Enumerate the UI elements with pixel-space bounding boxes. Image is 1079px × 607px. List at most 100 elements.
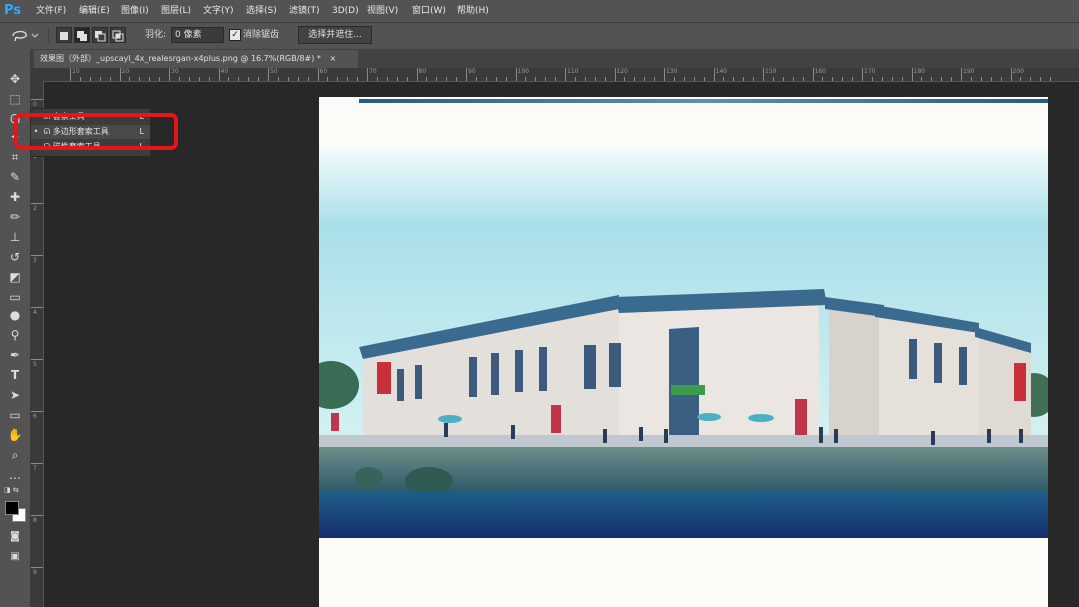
ruler-tick [466,68,467,81]
ruler-tick [218,68,220,81]
brush-tool-icon[interactable]: ✏ [5,208,25,226]
ruler-label: 30 [171,68,179,75]
menu-3d[interactable]: 3D(D) [332,0,359,22]
screen-mode-icon[interactable]: ▣ [5,548,25,566]
menu-edit[interactable]: 编辑(E) [79,0,110,22]
ruler-horizontal: 10 20 30 40 50 60 70 80 90 100 110 120 130 140 150 160 1… [30,68,1079,82]
antialias-checkbox[interactable]: ✓ [229,29,241,41]
ruler-minor-tick [792,77,794,81]
ruler-label: 160 [814,68,826,75]
swap-colors-icon[interactable]: ◨ ⇆ [4,486,26,496]
ruler-minor-tick [347,77,349,81]
ruler-minor-tick [337,77,339,81]
tool-preset-picker[interactable] [10,27,40,43]
ruler-tick [614,68,616,81]
page-top-band [359,99,1048,103]
menu-help[interactable]: 帮助(H) [457,0,489,22]
path-selection-tool-icon[interactable]: ➤ [5,386,25,404]
move-tool-icon[interactable]: ✥ [5,70,25,88]
ruler-tick [30,255,43,256]
hand-tool-icon[interactable]: ✋ [5,426,25,444]
ruler-minor-tick [555,77,557,81]
red-highlight-annotation [14,113,178,150]
rendered-building-image[interactable] [319,147,1048,538]
crop-tool-icon[interactable]: ⌗ [5,148,25,166]
ruler-minor-tick [376,77,378,81]
ruler-label: 140 [715,68,727,75]
ruler-minor-tick [475,77,477,81]
foreground-color-swatch[interactable] [5,501,19,515]
ruler-minor-tick [178,77,180,81]
ruler-minor-tick [753,77,755,81]
ruler-minor-tick [287,77,289,81]
ruler-minor-tick [89,77,91,81]
history-brush-tool-icon[interactable]: ↺ [5,248,25,266]
marquee-tool-icon[interactable]: ⬚ [5,90,25,108]
ruler-minor-tick [733,77,735,81]
new-selection-button[interactable] [56,27,72,43]
quick-mask-icon[interactable]: ◙ [5,528,25,546]
ruler-minor-tick [1050,77,1052,81]
menu-select[interactable]: 选择(S) [246,0,277,22]
new-selection-icon [60,32,68,40]
eyedropper-tool-icon[interactable]: ✎ [5,168,25,186]
healing-brush-tool-icon[interactable]: ✚ [5,188,25,206]
ruler-minor-tick [951,77,953,81]
ruler-minor-tick [832,77,834,81]
ruler-minor-tick [594,77,596,81]
ruler-label: 8 [33,517,37,524]
gradient-tool-icon[interactable]: ▭ [5,288,25,306]
ruler-minor-tick [634,77,636,81]
clone-stamp-tool-icon[interactable]: ⊥ [5,228,25,246]
ruler-minor-tick [238,77,240,81]
zoom-tool-icon[interactable]: ⌕ [5,446,25,464]
blur-tool-icon[interactable]: ● [5,306,25,324]
menu-image[interactable]: 图像(I) [121,0,149,22]
ruler-minor-tick [79,77,81,81]
ruler-tick [416,68,418,81]
ruler-minor-tick [149,77,151,81]
photoshop-logo[interactable]: Ps [4,1,26,21]
ruler-minor-tick [208,77,210,81]
menu-file[interactable]: 文件(F) [36,0,66,22]
subtract-from-selection-button[interactable] [92,27,108,43]
feather-input[interactable]: 0 像素 [171,27,224,43]
rectangle-tool-icon[interactable]: ▭ [5,406,25,424]
ruler-minor-tick [842,77,844,81]
ruler-minor-tick [723,77,725,81]
ruler-minor-tick [980,77,982,81]
close-tab-icon[interactable]: × [329,54,336,63]
menu-window[interactable]: 窗口(W) [412,0,446,22]
select-and-mask-button[interactable]: 选择并遮住... [298,26,372,44]
ruler-label: 4 [33,309,37,316]
ruler-tick [30,515,43,516]
menu-view[interactable]: 视图(V) [367,0,398,22]
menu-type[interactable]: 文字(Y) [203,0,234,22]
ruler-minor-tick [941,77,943,81]
ruler-tick [119,68,121,81]
menu-filter[interactable]: 滤镜(T) [289,0,320,22]
eraser-tool-icon[interactable]: ◩ [5,268,25,286]
more-tools-icon[interactable]: … [5,466,25,484]
ruler-minor-tick [624,77,626,81]
ruler-tick [70,68,71,81]
ruler-minor-tick [604,77,606,81]
ruler-tick [862,68,863,81]
type-tool-icon[interactable]: T [5,366,25,384]
ruler-tick [30,411,43,412]
add-to-selection-button[interactable] [74,27,90,43]
ruler-minor-tick [1040,77,1042,81]
document-tab[interactable]: 效果图（外部）_upscayl_4x_realesrgan-x4plus.png… [34,50,358,68]
ruler-minor-tick [396,77,398,81]
intersect-selection-icon [112,30,124,42]
dodge-tool-icon[interactable]: ⚲ [5,326,25,344]
ruler-minor-tick [297,77,299,81]
pen-tool-icon[interactable]: ✒ [5,346,25,364]
ruler-minor-tick [327,77,329,81]
ruler-label: 130 [666,68,678,75]
ruler-minor-tick [693,77,695,81]
intersect-selection-button[interactable] [110,27,126,43]
ruler-minor-tick [545,77,547,81]
menu-layer[interactable]: 图层(L) [161,0,191,22]
ruler-tick [565,68,566,81]
